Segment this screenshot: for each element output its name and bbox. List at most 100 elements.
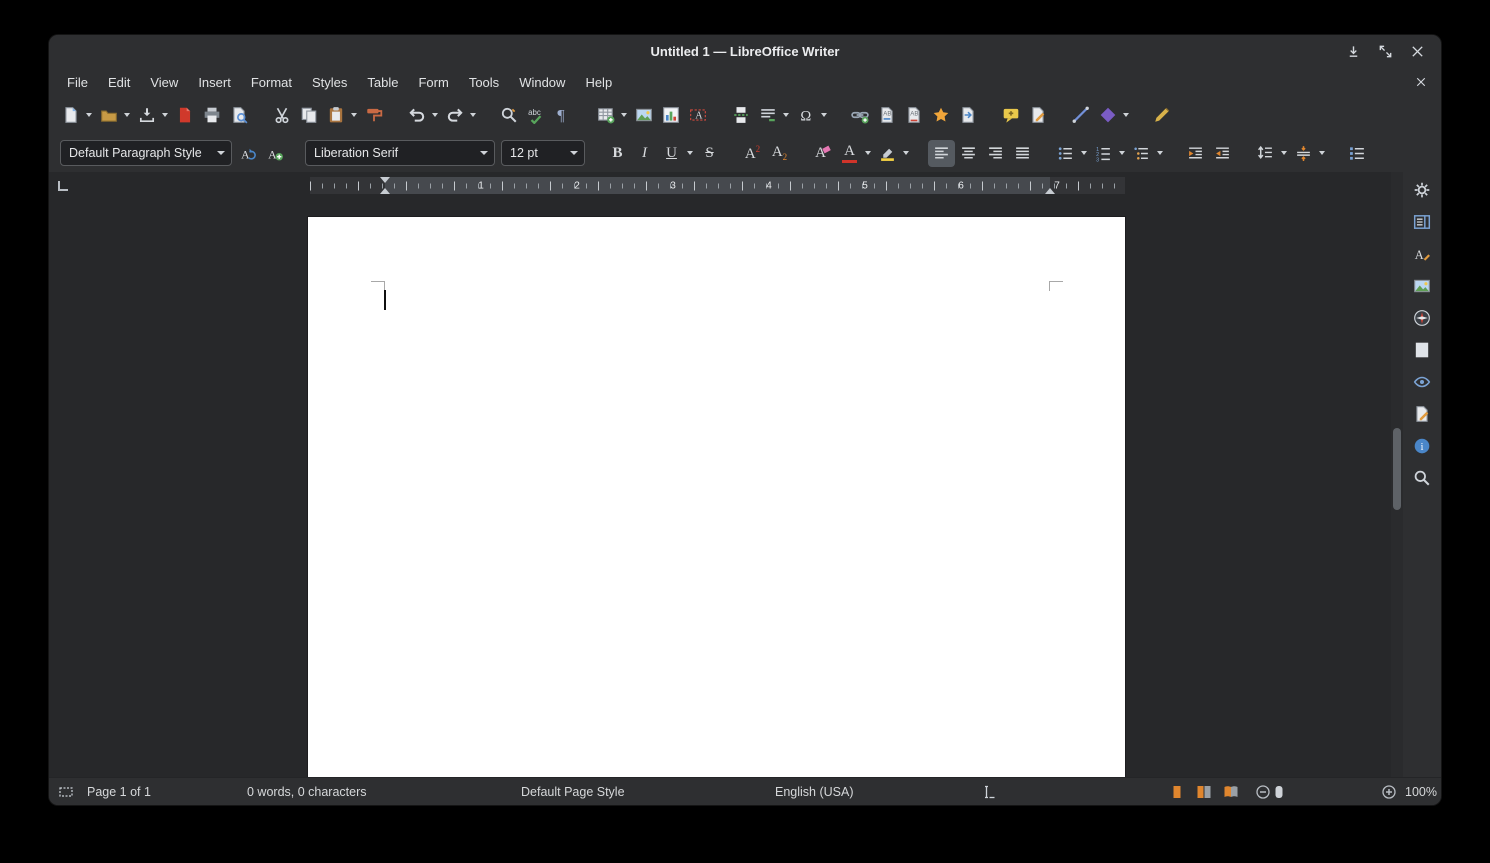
unordered-list-button[interactable]	[1052, 140, 1079, 167]
show-draw-functions-button[interactable]	[1148, 102, 1175, 129]
paragraph-spacing-button[interactable]	[1290, 140, 1317, 167]
insert-table-dropdown-arrow[interactable]	[619, 102, 628, 129]
chevron-down-icon[interactable]	[564, 141, 584, 165]
bold-button[interactable]: B	[604, 140, 631, 167]
sidebar-styles-tab[interactable]: A	[1410, 243, 1434, 265]
insert-bookmark-button[interactable]	[927, 102, 954, 129]
cut-button[interactable]	[268, 102, 295, 129]
maximize-button[interactable]	[1375, 42, 1395, 62]
left-indent-marker[interactable]	[380, 188, 390, 194]
outline-list-button[interactable]	[1128, 140, 1155, 167]
insert-table-button[interactable]	[592, 102, 619, 129]
menu-window[interactable]: Window	[509, 71, 575, 94]
ordered-list-dropdown-arrow[interactable]	[1117, 140, 1126, 167]
find-replace-button[interactable]	[495, 102, 522, 129]
font-color-dropdown-arrow[interactable]	[863, 140, 872, 167]
paste-button[interactable]	[322, 102, 349, 129]
menu-table[interactable]: Table	[357, 71, 408, 94]
view-book-button[interactable]	[1221, 782, 1241, 802]
sidebar-properties-tab[interactable]	[1410, 211, 1434, 233]
clone-formatting-button[interactable]	[360, 102, 387, 129]
right-indent-marker[interactable]	[1045, 188, 1055, 194]
undo-dropdown-arrow[interactable]	[430, 102, 439, 129]
language-status[interactable]: English (USA)	[775, 785, 854, 799]
basic-shapes-dropdown-arrow[interactable]	[1121, 102, 1130, 129]
bullets-and-numbering-button[interactable]	[1344, 140, 1371, 167]
sidebar-find-tab[interactable]	[1410, 467, 1434, 489]
zoom-slider-thumb[interactable]	[1276, 786, 1283, 798]
insert-page-break-button[interactable]	[727, 102, 754, 129]
redo-dropdown-arrow[interactable]	[468, 102, 477, 129]
sidebar-navigator-tab[interactable]	[1410, 307, 1434, 329]
insert-hyperlink-button[interactable]	[846, 102, 873, 129]
page-number-status[interactable]: Page 1 of 1	[87, 785, 151, 799]
paste-dropdown-arrow[interactable]	[349, 102, 358, 129]
open-button[interactable]	[95, 102, 122, 129]
menu-edit[interactable]: Edit	[98, 71, 140, 94]
insert-comment-button[interactable]	[997, 102, 1024, 129]
sidebar-manage-changes-tab[interactable]	[1410, 403, 1434, 425]
sidebar-style-inspector-tab[interactable]	[1410, 371, 1434, 393]
insert-special-character-dropdown-arrow[interactable]	[819, 102, 828, 129]
horizontal-ruler[interactable]: 1234567	[310, 177, 1125, 194]
track-changes-button[interactable]	[1024, 102, 1051, 129]
superscript-button[interactable]: A2	[739, 140, 766, 167]
paragraph-style-combobox[interactable]: Default Paragraph Style	[60, 140, 232, 166]
font-name-combobox[interactable]: Liberation Serif	[305, 140, 495, 166]
insert-mode-icon[interactable]	[981, 784, 997, 800]
basic-shapes-button[interactable]	[1094, 102, 1121, 129]
menu-help[interactable]: Help	[575, 71, 622, 94]
insert-endnote-button[interactable]: AB	[900, 102, 927, 129]
italic-button[interactable]: I	[631, 140, 658, 167]
new-document-button[interactable]	[57, 102, 84, 129]
save-dropdown-arrow[interactable]	[160, 102, 169, 129]
outline-list-dropdown-arrow[interactable]	[1155, 140, 1164, 167]
zoom-in-button[interactable]	[1381, 784, 1397, 800]
scrollbar-thumb[interactable]	[1393, 428, 1401, 510]
insert-special-character-button[interactable]: Ω	[792, 102, 819, 129]
open-dropdown-arrow[interactable]	[122, 102, 131, 129]
font-color-button[interactable]: A	[836, 140, 863, 167]
strikethrough-button[interactable]: S	[696, 140, 723, 167]
undo-button[interactable]	[403, 102, 430, 129]
font-size-combobox[interactable]: 12 pt	[501, 140, 585, 166]
insert-line-button[interactable]	[1067, 102, 1094, 129]
menu-styles[interactable]: Styles	[302, 71, 357, 94]
menu-format[interactable]: Format	[241, 71, 302, 94]
close-button[interactable]	[1407, 42, 1427, 62]
underline-dropdown-arrow[interactable]	[685, 140, 694, 167]
insert-field-button[interactable]	[754, 102, 781, 129]
spelling-button[interactable]: abc	[522, 102, 549, 129]
vertical-scrollbar[interactable]	[1391, 172, 1403, 777]
highlight-color-button[interactable]	[874, 140, 901, 167]
ordered-list-button[interactable]: 123	[1090, 140, 1117, 167]
minimize-button[interactable]	[1343, 42, 1363, 62]
menu-insert[interactable]: Insert	[188, 71, 241, 94]
menu-form[interactable]: Form	[408, 71, 458, 94]
insert-image-button[interactable]	[630, 102, 657, 129]
insert-text-box-button[interactable]: A	[684, 102, 711, 129]
sidebar-accessibility-check-tab[interactable]: i	[1410, 435, 1434, 457]
chevron-down-icon[interactable]	[474, 141, 494, 165]
line-spacing-dropdown-arrow[interactable]	[1279, 140, 1288, 167]
update-style-button[interactable]: A	[235, 140, 262, 167]
align-center-button[interactable]	[955, 140, 982, 167]
sidebar-page-tab[interactable]	[1410, 339, 1434, 361]
new-document-dropdown-arrow[interactable]	[84, 102, 93, 129]
align-right-button[interactable]	[982, 140, 1009, 167]
clear-formatting-button[interactable]: A	[809, 140, 836, 167]
view-single-page-button[interactable]	[1167, 782, 1187, 802]
sidebar-settings-button[interactable]	[1410, 179, 1434, 201]
document-page[interactable]	[308, 217, 1125, 777]
print-preview-button[interactable]	[225, 102, 252, 129]
view-multiple-pages-button[interactable]	[1194, 782, 1214, 802]
export-pdf-button[interactable]	[171, 102, 198, 129]
decrease-indent-button[interactable]	[1209, 140, 1236, 167]
insert-chart-button[interactable]	[657, 102, 684, 129]
insert-field-dropdown-arrow[interactable]	[781, 102, 790, 129]
save-button[interactable]	[133, 102, 160, 129]
subscript-button[interactable]: A2	[766, 140, 793, 167]
formatting-marks-button[interactable]: ¶	[549, 102, 576, 129]
chevron-down-icon[interactable]	[211, 141, 231, 165]
menu-view[interactable]: View	[140, 71, 188, 94]
